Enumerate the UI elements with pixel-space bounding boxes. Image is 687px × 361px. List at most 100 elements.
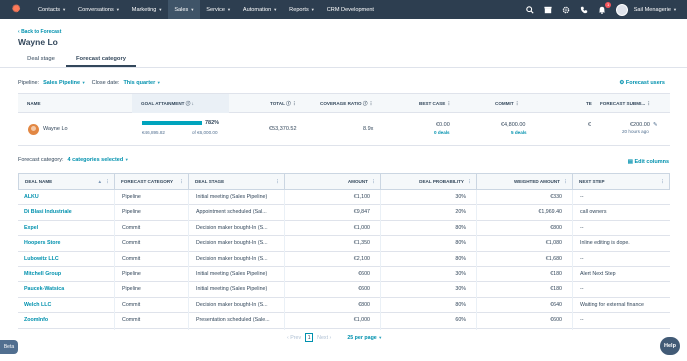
amount-cell: €9,847 bbox=[353, 209, 370, 216]
next-page-button[interactable]: Next › bbox=[317, 335, 331, 341]
amount-cell: €1,000 bbox=[353, 224, 370, 231]
beta-button[interactable]: Beta bbox=[0, 340, 18, 354]
col-forecast-category[interactable]: FORECAST CATEGORY ⋮ bbox=[115, 174, 189, 189]
deal-name-link[interactable]: ALKU bbox=[24, 190, 110, 205]
forecast-category-cell: Commit bbox=[122, 240, 141, 247]
next-step-cell: -- bbox=[580, 286, 584, 293]
chevron-down-icon: ▼ bbox=[158, 7, 163, 12]
chevron-down-icon: ▼ bbox=[273, 7, 278, 12]
page-number[interactable]: 1 bbox=[305, 333, 314, 342]
nav-utilities: 1 Sail Menagerie ▼ bbox=[526, 0, 677, 19]
deal-stage-cell: Initial meeting (Sales Pipeline) bbox=[196, 194, 268, 200]
forecast-category-cell: Commit bbox=[122, 301, 141, 308]
nav-crm-development[interactable]: CRM Development bbox=[321, 0, 380, 19]
weighted-amount-cell: €640 bbox=[550, 301, 562, 308]
col-deal-stage[interactable]: DEAL STAGE ⋮ bbox=[189, 174, 285, 189]
deal-stage-cell: Decision maker bought-In (S... bbox=[196, 255, 268, 262]
tab-forecast-category[interactable]: Forecast category bbox=[66, 52, 136, 67]
next-step-cell: -- bbox=[580, 224, 584, 231]
help-button[interactable]: Help bbox=[660, 337, 680, 355]
col-weighted-amount[interactable]: WEIGHTED AMOUNT ⋮ bbox=[477, 174, 573, 189]
col-amount[interactable]: AMOUNT ⋮ bbox=[285, 174, 381, 189]
col-commit[interactable]: COMMIT ⋮ bbox=[495, 94, 520, 113]
chevron-down-icon: ▼ bbox=[226, 7, 231, 12]
goal-amount: of €6,000.00 bbox=[192, 130, 218, 135]
goal-attainment-bar bbox=[142, 121, 202, 125]
notifications-bell-icon[interactable]: 1 bbox=[598, 2, 611, 14]
weighted-amount-cell: €1,080 bbox=[545, 240, 562, 247]
best-case-deals-link[interactable]: 0 deals bbox=[434, 130, 450, 135]
commit-deals-link[interactable]: 5 deals bbox=[511, 130, 527, 135]
chevron-down-icon: ▼ bbox=[673, 7, 677, 12]
deal-name-link[interactable]: Welch LLC bbox=[24, 298, 110, 313]
nav-conversations[interactable]: Conversations ▼ bbox=[72, 0, 126, 19]
deal-name-link[interactable]: Lubowitz LLC bbox=[24, 252, 110, 267]
close-date-dropdown[interactable]: This quarter ▼ bbox=[123, 80, 160, 86]
weighted-amount-cell: €800 bbox=[550, 224, 562, 231]
page-title: Wayne Lo bbox=[18, 37, 58, 47]
deal-name-link[interactable]: ZoomInfo bbox=[24, 313, 110, 328]
deal-stage-cell: Appointment scheduled (Sal... bbox=[196, 209, 267, 216]
prev-page-button[interactable]: ‹ Prev bbox=[287, 335, 301, 341]
forecast-category-cell: Pipeline bbox=[122, 194, 141, 200]
nav-marketing[interactable]: Marketing ▼ bbox=[126, 0, 169, 19]
deals-table-header: DEAL NAME ▲ ⋮ FORECAST CATEGORY ⋮ DEAL STAG… bbox=[18, 173, 670, 190]
pipeline-dropdown[interactable]: Sales Pipeline ▼ bbox=[43, 80, 86, 86]
column-menu-icon: ⋮ bbox=[368, 101, 374, 106]
nav-service[interactable]: Service ▼ bbox=[200, 0, 237, 19]
goal-attainment-fill bbox=[142, 121, 202, 125]
col-best-case[interactable]: BEST CASE ⋮ bbox=[419, 94, 451, 113]
close-date-label: Close date: bbox=[91, 80, 120, 86]
marketplace-icon[interactable] bbox=[544, 5, 553, 14]
col-deal-probability[interactable]: DEAL PROBABILITY ⋮ bbox=[381, 174, 477, 189]
deal-name-link[interactable]: Hoopers Store bbox=[24, 236, 110, 251]
col-goal-attainment[interactable]: GOAL ATTAINMENT ⓘ ↓ bbox=[132, 94, 229, 113]
goal-attainment-value: €46,895.82 bbox=[142, 130, 165, 135]
tab-bar: Deal stage Forecast category bbox=[0, 52, 687, 68]
deal-name-link[interactable]: Di Blasi Industriale bbox=[24, 205, 110, 220]
forecast-users-link[interactable]: ⚙ Forecast users bbox=[619, 80, 665, 86]
edit-pencil-icon[interactable]: ✎ bbox=[653, 122, 658, 128]
tab-deal-stage[interactable]: Deal stage bbox=[18, 52, 64, 67]
hubspot-logo-icon[interactable]: ✺ bbox=[12, 4, 22, 15]
weighted-amount-cell: €180 bbox=[550, 271, 562, 277]
col-coverage-ratio[interactable]: COVERAGE RATIO ⓘ ⋮ bbox=[320, 94, 373, 113]
deal-name-link[interactable]: Mitchell Group bbox=[24, 267, 110, 282]
amount-cell: €2,100 bbox=[353, 255, 370, 262]
weighted-amount-cell: €180 bbox=[550, 286, 562, 293]
account-menu[interactable]: Sail Menagerie ▼ bbox=[615, 3, 677, 16]
next-step-cell: -- bbox=[580, 255, 584, 262]
column-menu-icon: ⋮ bbox=[105, 179, 110, 184]
deal-name-link[interactable]: Paucek-Watsica bbox=[24, 282, 110, 297]
probability-cell: 30% bbox=[455, 271, 466, 277]
weighted-amount-cell: €600 bbox=[550, 317, 562, 324]
nav-contacts[interactable]: Contacts ▼ bbox=[32, 0, 72, 19]
col-next-step[interactable]: NEXT STEP ⋮ bbox=[573, 174, 669, 189]
search-icon[interactable] bbox=[526, 5, 535, 14]
forecast-category-cell: Commit bbox=[122, 317, 141, 324]
col-name[interactable]: NAME bbox=[27, 94, 41, 113]
nav-automation[interactable]: Automation ▼ bbox=[237, 0, 283, 19]
amount-cell: €600 bbox=[358, 271, 370, 277]
weighted-amount-cell: €1,969.40 bbox=[538, 209, 562, 216]
per-page-dropdown[interactable]: 25 per page ▼ bbox=[347, 335, 382, 341]
forecast-category-cell: Pipeline bbox=[122, 286, 141, 293]
col-forecast-submission[interactable]: FORECAST SUBMI... ⋮ bbox=[600, 94, 651, 113]
probability-cell: 20% bbox=[455, 209, 466, 216]
nav-reports[interactable]: Reports ▼ bbox=[283, 0, 321, 19]
col-total[interactable]: TOTAL ⓘ ⋮ bbox=[270, 94, 297, 113]
calling-icon[interactable] bbox=[580, 5, 589, 14]
back-to-forecast-link[interactable]: ‹ Back to Forecast bbox=[18, 29, 61, 35]
edit-columns-button[interactable]: ▤ Edit columns bbox=[628, 159, 669, 165]
column-menu-icon: ⋮ bbox=[646, 101, 652, 106]
forecast-category-label: Forecast category: bbox=[18, 157, 64, 163]
col-deal-name[interactable]: DEAL NAME ▲ ⋮ bbox=[19, 174, 115, 189]
forecast-category-dropdown[interactable]: 4 categories selected ▼ bbox=[68, 157, 129, 163]
deal-name-link[interactable]: Expel bbox=[24, 221, 110, 236]
amount-cell: €600 bbox=[358, 286, 370, 293]
nav-sales[interactable]: Sales ▼ bbox=[168, 0, 201, 19]
column-divider bbox=[572, 190, 573, 330]
settings-gear-icon[interactable] bbox=[562, 5, 571, 14]
col-te[interactable]: TE bbox=[586, 94, 592, 113]
column-menu-icon: ⋮ bbox=[660, 179, 665, 184]
